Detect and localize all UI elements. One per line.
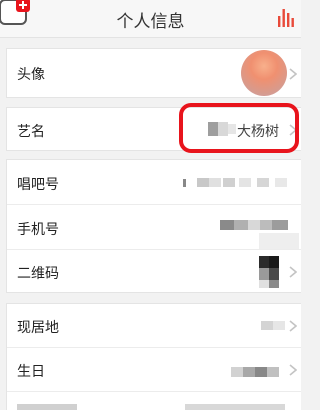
- changba-id-label: 唱吧号: [17, 177, 59, 193]
- pixelated-text: [183, 179, 186, 187]
- pixelated-text: [260, 220, 272, 230]
- pixelated-text: [267, 367, 279, 377]
- account-group: 唱吧号 手机号 二维码: [6, 159, 301, 293]
- avatar-group: 头像: [6, 48, 301, 98]
- chevron-right-icon: [289, 364, 297, 376]
- partial-row[interactable]: [7, 392, 301, 410]
- phone-label: 手机号: [17, 222, 59, 238]
- pixelated-text: [272, 220, 288, 230]
- pixelated-text: [273, 321, 285, 330]
- qr-code-image: [269, 256, 279, 268]
- pixelated-text: [261, 321, 273, 330]
- pixelated-text: [275, 178, 287, 187]
- pixelated-text: [239, 178, 251, 187]
- qr-code-image: [259, 256, 269, 268]
- pixelated-text: [185, 404, 285, 410]
- avatar-label: 头像: [17, 67, 45, 83]
- qr-code-image: [259, 280, 269, 288]
- birthday-row[interactable]: 生日: [7, 348, 301, 392]
- personal-group: 现居地 生日: [6, 303, 301, 410]
- pixelated-text: [223, 178, 235, 187]
- location-label: 现居地: [17, 320, 59, 336]
- pixelated-text: [197, 178, 209, 187]
- chevron-right-icon: [289, 320, 297, 332]
- qrcode-label: 二维码: [17, 266, 59, 282]
- qr-code-image: [269, 280, 279, 288]
- qr-code-image: [259, 268, 269, 280]
- pixelated-text: [255, 367, 267, 377]
- chevron-right-icon: [289, 68, 297, 80]
- nav-header: 个人信息: [0, 0, 301, 38]
- qrcode-row[interactable]: 二维码: [7, 250, 301, 294]
- stage-name-label: 艺名: [17, 124, 45, 140]
- pixelated-text: [248, 220, 260, 230]
- chevron-right-icon: [289, 266, 297, 278]
- pixelated-text: [209, 178, 221, 187]
- birthday-label: 生日: [17, 364, 45, 380]
- page-title: 个人信息: [116, 12, 185, 32]
- changba-id-row[interactable]: 唱吧号: [7, 160, 301, 205]
- pixelated-text: [243, 367, 255, 377]
- location-row[interactable]: 现居地: [7, 304, 301, 348]
- avatar[interactable]: [241, 50, 287, 96]
- pixelated-text: [17, 404, 77, 410]
- pixelated-text: [257, 178, 269, 187]
- pixelated-text: [234, 220, 248, 230]
- avatar-row[interactable]: 头像: [7, 49, 301, 99]
- pixelated-text: [220, 220, 234, 230]
- phone-row[interactable]: 手机号: [7, 205, 301, 250]
- bar-chart-icon[interactable]: [277, 6, 297, 28]
- pixelated-text: [231, 367, 243, 377]
- qr-code-image: [269, 268, 279, 280]
- pixelated-block: [259, 233, 299, 249]
- highlight-box: [179, 103, 299, 153]
